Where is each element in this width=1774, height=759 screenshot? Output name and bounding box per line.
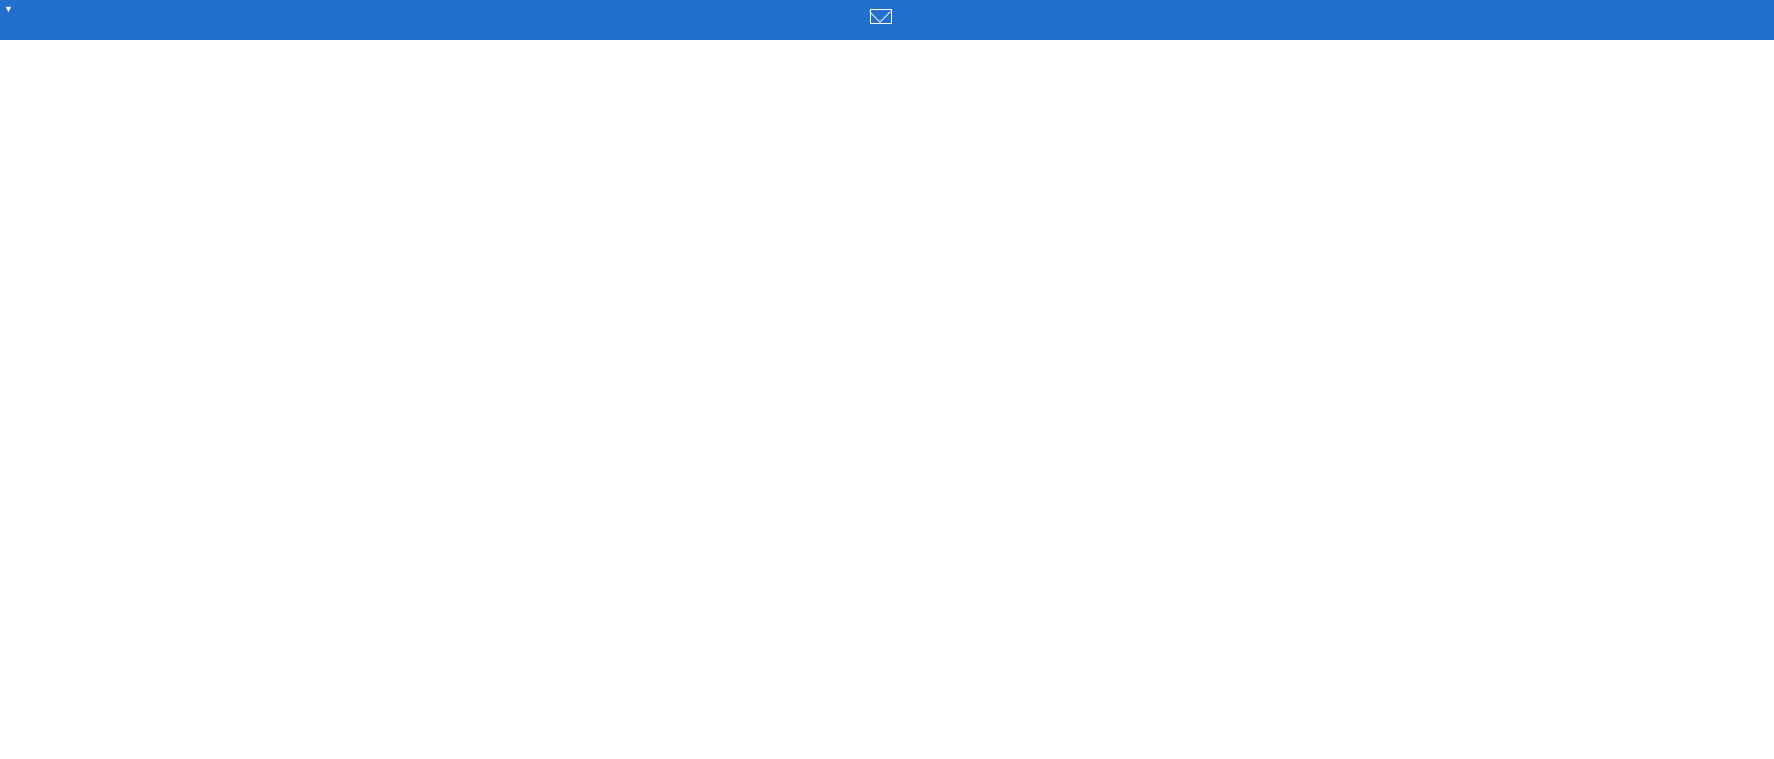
title-bar: ▼ [0,0,1774,40]
window-title [0,9,1774,28]
minimize-button[interactable] [1696,8,1726,30]
envelope-icon [870,9,892,24]
